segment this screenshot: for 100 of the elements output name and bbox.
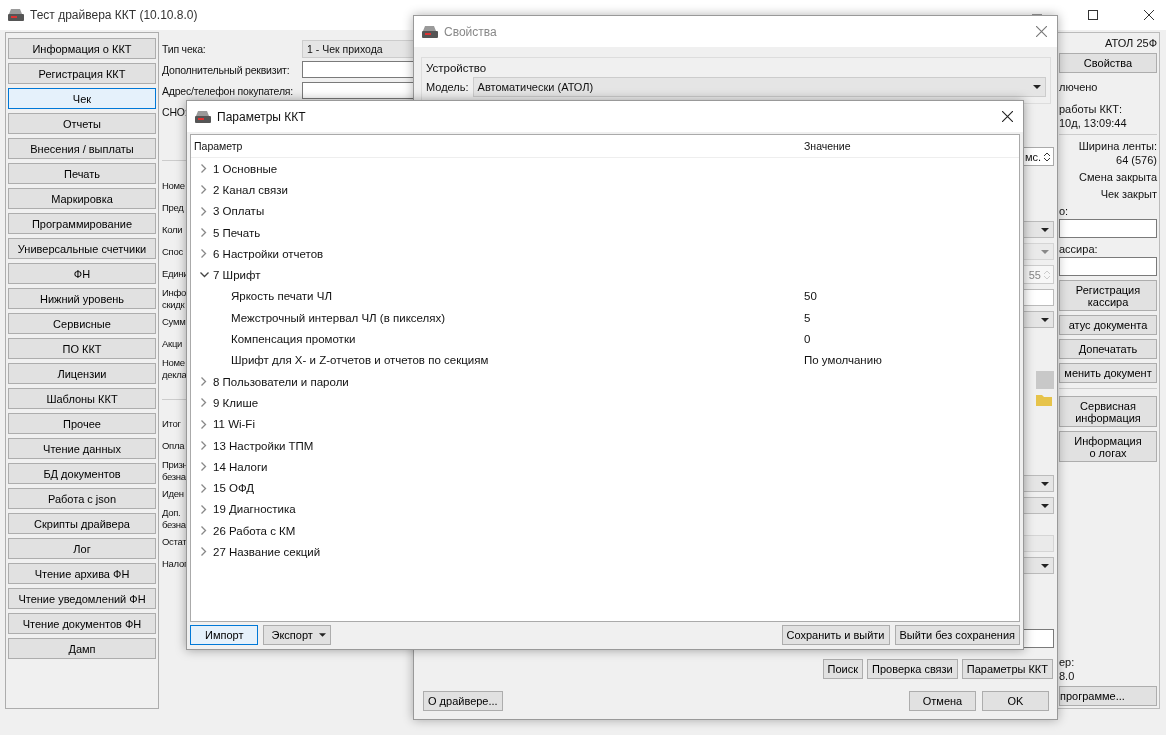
nav-button[interactable]: ПО ККТ (8, 338, 156, 359)
tree-item[interactable]: 5 Печать (213, 226, 261, 239)
input-field[interactable] (302, 61, 416, 78)
action-button[interactable]: Регистрация кассира (1059, 280, 1157, 311)
collapsed-chevron-icon[interactable] (201, 547, 207, 557)
collapsed-chevron-icon[interactable] (201, 462, 207, 472)
tree-item[interactable]: 19 Диагностика (213, 503, 296, 516)
model-name: АТОЛ 25Ф (1105, 37, 1157, 49)
maximize-icon[interactable] (1088, 10, 1098, 20)
parameter-name[interactable]: Межстрочный интервал ЧЛ (в пикселях) (231, 311, 804, 324)
tree-item[interactable]: 11 Wi-Fi (213, 418, 255, 431)
nav-button[interactable]: Чтение документов ФН (8, 613, 156, 634)
action-button[interactable]: Сервисная информация (1059, 396, 1157, 427)
nav-button[interactable]: Сервисные (8, 313, 156, 334)
action-button[interactable]: Информация о логах (1059, 431, 1157, 462)
collapsed-chevron-icon[interactable] (201, 398, 207, 408)
nav-button[interactable]: Программирование (8, 213, 156, 234)
nav-button[interactable]: Дамп (8, 638, 156, 659)
dialog-button[interactable]: Отмена (909, 691, 976, 711)
parameter-value[interactable]: 0 (804, 333, 811, 345)
collapsed-chevron-icon[interactable] (201, 185, 207, 195)
tree-item[interactable]: 9 Клише (213, 396, 259, 409)
tree-item[interactable]: 2 Канал связи (213, 183, 288, 196)
parameter-name[interactable]: Яркость печати ЧЛ (231, 290, 804, 303)
tree-item[interactable]: 14 Налоги (213, 460, 268, 473)
nav-button[interactable]: Шаблоны ККТ (8, 388, 156, 409)
nav-button[interactable]: Чтение архива ФН (8, 563, 156, 584)
nav-button[interactable]: Регистрация ККТ (8, 63, 156, 84)
model-combo[interactable]: Автоматически (АТОЛ) (472, 77, 1046, 97)
collapsed-chevron-icon[interactable] (201, 441, 207, 450)
caret-icon (318, 633, 326, 637)
tree-item[interactable]: 8 Пользователи и пароли (213, 375, 349, 388)
nav-button[interactable]: БД документов (8, 463, 156, 484)
collapsed-chevron-icon[interactable] (201, 377, 207, 387)
nav-button[interactable]: Прочее (8, 413, 156, 434)
collapsed-chevron-icon[interactable] (201, 526, 207, 536)
nav-button[interactable]: Лицензии (8, 363, 156, 384)
action-button[interactable]: атус документа (1059, 315, 1157, 335)
color-swatch[interactable] (1036, 371, 1054, 389)
collapsed-chevron-icon[interactable] (201, 504, 207, 514)
action-button[interactable]: Допечатать (1059, 339, 1157, 359)
parameter-value[interactable]: 50 (804, 290, 817, 303)
action-button[interactable]: менить документ (1059, 363, 1157, 383)
nav-button[interactable]: Маркировка (8, 188, 156, 209)
tree-item[interactable]: 26 Работа с КМ (213, 524, 296, 537)
tree-item[interactable]: 6 Настройки отчетов (213, 247, 324, 260)
collapsed-chevron-icon[interactable] (201, 483, 207, 493)
dialog-button[interactable]: Параметры ККТ (961, 659, 1053, 679)
nav-button[interactable]: Информация о ККТ (8, 38, 156, 59)
nav-button[interactable]: ФН (8, 263, 156, 284)
field-label: Акци (162, 337, 183, 351)
nav-button[interactable]: Скрипты драйвера (8, 513, 156, 534)
tree-item[interactable]: 27 Название секций (213, 546, 321, 558)
close-icon[interactable] (1144, 10, 1154, 20)
nav-button[interactable]: Чтение данных (8, 438, 156, 459)
nav-button[interactable]: Работа с json (8, 488, 156, 509)
import-button[interactable]: Импорт (190, 625, 259, 645)
input-field[interactable] (1059, 257, 1157, 276)
receipt-status: Чек закрыт (1100, 188, 1157, 200)
nav-button[interactable]: Чек (8, 88, 156, 109)
tree-item[interactable]: 3 Оплаты (213, 205, 265, 218)
tree-item[interactable]: 13 Настройки ТПМ (213, 439, 314, 452)
parameter-name[interactable]: Шрифт для X- и Z-отчетов и отчетов по секциям (231, 354, 804, 367)
close-icon[interactable] (1002, 111, 1013, 122)
collapsed-chevron-icon[interactable] (201, 419, 207, 429)
input-field[interactable] (1059, 219, 1157, 238)
nav-button[interactable]: Отчеты (8, 113, 156, 134)
about-button[interactable]: программе... (1059, 686, 1157, 706)
dialog-button[interactable]: Поиск (822, 659, 864, 679)
nav-button[interactable]: Нижний уровень (8, 288, 156, 309)
about-driver-button[interactable]: О драйвере... (423, 691, 503, 711)
save-button[interactable]: Сохранить и выйти (781, 625, 890, 645)
parameter-value[interactable]: По умолчанию (804, 354, 882, 367)
expanded-chevron-icon[interactable] (199, 272, 209, 279)
dialog-button[interactable]: Проверка связи (867, 659, 958, 679)
collapsed-chevron-icon[interactable] (201, 164, 207, 174)
tree-item[interactable]: 1 Основные (213, 162, 278, 175)
dialog-button[interactable]: OK (982, 691, 1049, 711)
spin-arrows-icon[interactable] (1043, 150, 1051, 163)
nav-button[interactable]: Печать (8, 163, 156, 184)
nav-button[interactable]: Лог (8, 538, 156, 559)
properties-button[interactable]: Свойства (1059, 53, 1157, 73)
tree-item[interactable]: 7 Шрифт (213, 269, 261, 282)
tree-item[interactable]: 15 ОФД (213, 482, 255, 495)
receipt-type-combo[interactable]: 1 - Чек прихода (302, 39, 416, 58)
version-value: 8.0 (1059, 670, 1075, 682)
collapsed-chevron-icon[interactable] (201, 206, 207, 216)
nav-button[interactable]: Универсальные счетчики (8, 238, 156, 259)
window-title: Тест драйвера ККТ (10.10.8.0) (30, 8, 198, 22)
parameter-name[interactable]: Компенсация промотки (231, 333, 804, 345)
nav-button[interactable]: Чтение уведомлений ФН (8, 588, 156, 609)
export-button[interactable]: Экспорт (263, 625, 331, 645)
collapsed-chevron-icon[interactable] (201, 228, 207, 238)
input-field[interactable] (302, 82, 416, 99)
nav-button[interactable]: Внесения / выплаты (8, 138, 156, 159)
discard-button[interactable]: Выйти без сохранения (894, 625, 1020, 645)
field-label: Спос (162, 245, 183, 259)
parameter-value[interactable]: 5 (804, 311, 811, 324)
collapsed-chevron-icon[interactable] (201, 249, 207, 259)
field-label: Иден (162, 487, 184, 501)
